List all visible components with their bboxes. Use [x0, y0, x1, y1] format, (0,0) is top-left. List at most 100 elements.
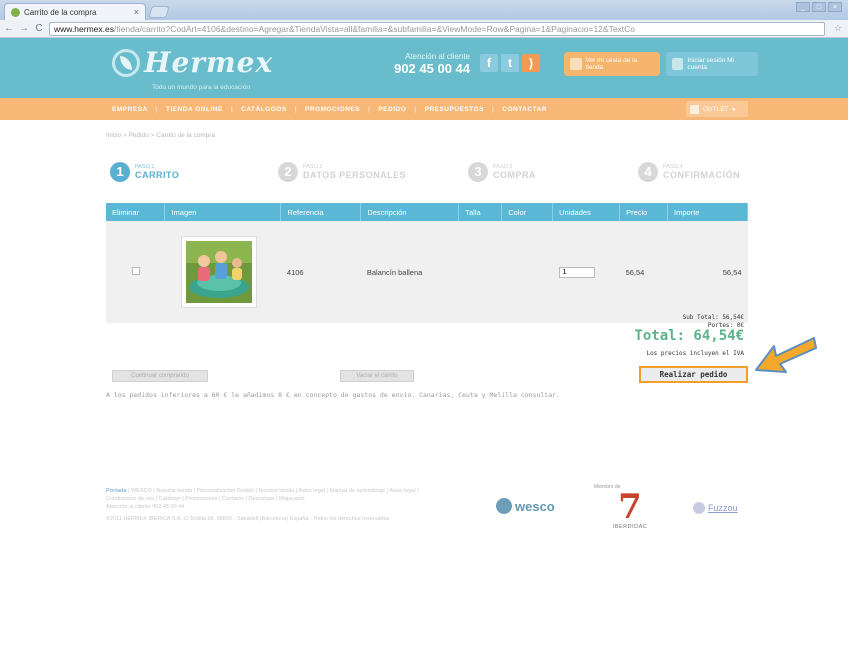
footer-copyright: ©2011 HERMEX IBÉRICA S.A. C/ Bóbila 68, …	[106, 516, 390, 522]
step-carrito: 1 PASO 1 CARRITO	[110, 162, 179, 182]
col-referencia: Referencia	[280, 203, 362, 221]
customer-phone: Atención al cliente 902 45 00 44	[390, 52, 470, 76]
menu-item-contactar[interactable]: CONTACTAR	[502, 106, 547, 113]
step-number: 4	[638, 162, 658, 182]
cart-header-label: Ver mi cesta de la tienda	[585, 57, 638, 71]
phone-number: 902 45 00 44	[394, 61, 470, 76]
cell-talla	[458, 221, 502, 323]
col-talla: Talla	[458, 203, 503, 221]
col-imagen: Imagen	[164, 203, 282, 221]
shipping-note: A los pedidos inferiores a 60 € le añadi…	[106, 391, 560, 399]
menu-item-promociones[interactable]: PROMOCIONES	[305, 106, 360, 113]
col-color: Color	[501, 203, 554, 221]
phone-label: Atención al cliente	[405, 52, 470, 61]
remove-checkbox[interactable]	[132, 267, 140, 275]
iberdidac-text: IBERDIDAC	[612, 524, 648, 530]
url-path: /tienda/carrito?CodArt=4106&destino=Agre…	[114, 23, 636, 34]
rss-icon[interactable]: )	[522, 54, 540, 72]
cell-color	[501, 221, 553, 323]
col-precio: Precio	[619, 203, 669, 221]
step-title: DATOS PERSONALES	[303, 170, 407, 180]
col-unidades: Unidades	[552, 203, 621, 221]
login-label: Iniciar sesión Mi cuenta	[687, 57, 735, 71]
product-image[interactable]	[180, 236, 257, 308]
cart-icon	[570, 58, 582, 70]
close-window-icon[interactable]: ×	[828, 2, 842, 12]
browser-toolbar: ← → C www.hermex.es/tienda/carrito?CodAr…	[0, 20, 848, 38]
facebook-icon[interactable]: f	[480, 54, 498, 72]
back-icon[interactable]: ←	[4, 23, 14, 34]
minimize-icon[interactable]: _	[796, 2, 810, 12]
cart-table: Eliminar Imagen Referencia Descripción T…	[106, 203, 748, 323]
browser-tabstrip: Carrito de la compra × _ □ ×	[0, 0, 848, 20]
iberdidac-logo[interactable]: 7 IBERDIDAC	[595, 490, 665, 530]
outlet-button[interactable]: OUTLET ▸	[686, 101, 748, 117]
cell-precio: 56,54	[619, 221, 668, 323]
step-title: CARRITO	[135, 170, 180, 180]
footer-link-list[interactable]: | WESCO | Nuestra tienda | Personalizaci…	[106, 488, 419, 502]
menu-item-presupuestos[interactable]: PRESUPUESTOS	[425, 106, 484, 113]
main-menu: EMPRESA | TIENDA ONLINE | CATÁLOGOS | PROMO…	[0, 98, 848, 120]
url-host: www.hermex.es	[54, 23, 114, 34]
new-tab-button[interactable]	[148, 6, 170, 18]
step-number: 2	[278, 162, 298, 182]
wesco-logo-text: wesco	[515, 498, 555, 514]
total: Total: 64,54€	[634, 328, 744, 344]
reload-icon[interactable]: C	[34, 23, 44, 34]
table-row: 4106 Balancín ballena 56,54 56,54	[106, 221, 748, 323]
bookmark-star-icon[interactable]: ☆	[834, 23, 842, 34]
continue-shopping-button[interactable]: Continuar comprando	[112, 370, 208, 382]
hermex-logo[interactable]: Hermex	[112, 46, 273, 79]
wesco-logo[interactable]: wesco	[496, 498, 555, 514]
close-tab-icon[interactable]: ×	[134, 7, 139, 17]
menu-item-tienda[interactable]: TIENDA ONLINE	[166, 106, 223, 113]
cart-header-button[interactable]: Ver mi cesta de la tienda	[564, 52, 660, 76]
cell-referencia: 4106	[280, 221, 361, 323]
step-datos: 2 PASO 2 DATOS PERSONALES	[278, 162, 406, 182]
favicon-icon	[11, 7, 20, 17]
menu-item-pedido[interactable]: PEDIDO	[378, 106, 406, 113]
empty-cart-button[interactable]: Vaciar el carrito	[340, 370, 414, 382]
step-number: 1	[110, 162, 130, 182]
step-number: 3	[468, 162, 488, 182]
tab-title: Carrito de la compra	[24, 7, 97, 17]
outlet-label: OUTLET	[703, 105, 729, 113]
col-eliminar: Eliminar	[106, 203, 166, 221]
cell-imagen	[164, 221, 281, 323]
chevron-right-icon: ▸	[732, 106, 736, 113]
footer-links: Portada | WESCO | Nuestra tienda | Perso…	[106, 487, 446, 523]
fuzzou-logo-text: Fuzzou	[708, 503, 738, 513]
menu-item-catalogos[interactable]: CATÁLOGOS	[241, 106, 287, 113]
cell-descripcion: Balancín ballena	[360, 221, 459, 323]
forward-icon[interactable]: →	[19, 23, 29, 34]
tag-icon	[690, 104, 699, 114]
site-header: Hermex Todo un mundo para la educación A…	[0, 38, 848, 98]
iva-note: Los precios incluyen el IVA	[646, 350, 744, 357]
address-bar[interactable]: www.hermex.es/tienda/carrito?CodArt=4106…	[49, 21, 825, 36]
pointer-arrow-icon	[755, 337, 817, 373]
maximize-icon[interactable]: □	[812, 2, 826, 12]
table-header-row: Eliminar Imagen Referencia Descripción T…	[106, 203, 748, 221]
breadcrumb[interactable]: Inicio > Pedido > Carrito de la compra	[106, 132, 215, 139]
window-controls: _ □ ×	[796, 2, 842, 12]
user-icon	[672, 58, 684, 70]
step-title: COMPRA	[493, 170, 536, 180]
place-order-button[interactable]: Realizar pedido	[639, 366, 748, 383]
login-button[interactable]: Iniciar sesión Mi cuenta	[666, 52, 758, 76]
cell-eliminar	[106, 221, 165, 323]
fuzzou-logo-icon	[693, 502, 705, 514]
quantity-input[interactable]	[558, 266, 595, 278]
step-title: CONFIRMACIÓN	[663, 170, 740, 180]
browser-tab[interactable]: Carrito de la compra ×	[4, 3, 146, 20]
subtotal: Sub Total: 56,54€	[682, 314, 744, 321]
footer-contact: Atención al cliente 902 45 00 44	[106, 504, 185, 510]
menu-items: EMPRESA | TIENDA ONLINE | CATÁLOGOS | PROMO…	[112, 105, 547, 113]
menu-item-empresa[interactable]: EMPRESA	[112, 106, 148, 113]
iberdidac-mark: 7	[618, 487, 642, 527]
fuzzou-logo[interactable]: Fuzzou	[693, 502, 738, 514]
step-confirmacion: 4 PASO 4 CONFIRMACIÓN	[638, 162, 740, 182]
twitter-icon[interactable]: t	[501, 54, 519, 72]
leaf-logo-icon	[112, 48, 140, 77]
footer-link-portada[interactable]: Portada	[106, 488, 126, 494]
subtotal-block: Sub Total: 56,54€ Portes: 0€	[683, 314, 744, 329]
